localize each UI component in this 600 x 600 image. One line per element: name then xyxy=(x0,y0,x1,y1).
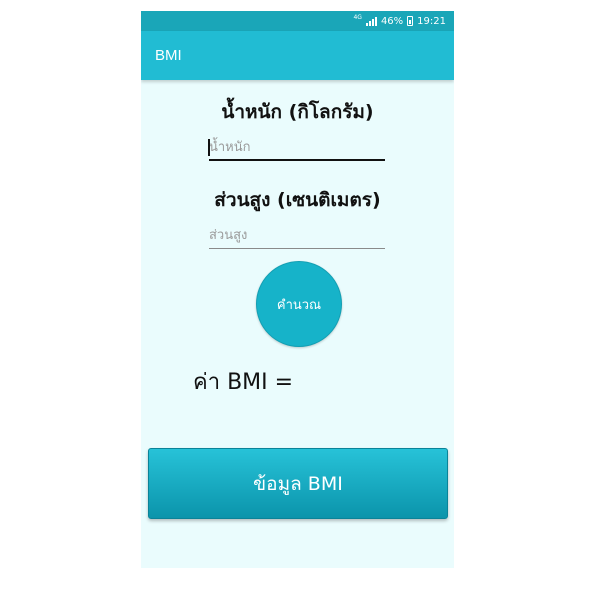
weight-field[interactable] xyxy=(208,135,385,161)
height-input[interactable] xyxy=(209,223,385,248)
weight-input[interactable] xyxy=(209,135,385,159)
text-cursor xyxy=(208,139,210,156)
height-label: ส่วนสูง (เซนติเมตร) xyxy=(214,189,381,211)
height-field[interactable] xyxy=(209,223,385,249)
bmi-info-button[interactable]: ข้อมูล BMI xyxy=(148,448,448,519)
battery-icon xyxy=(407,16,414,26)
calculate-button-label: คำนวณ xyxy=(276,297,322,313)
status-bar: 4G 46% 19:21 xyxy=(141,11,454,31)
network-type: 4G xyxy=(353,14,362,21)
app-bar: BMI xyxy=(141,31,454,80)
bmi-result-label: ค่า BMI = xyxy=(193,370,294,395)
signal-icon xyxy=(365,16,377,26)
app-title: BMI xyxy=(155,47,182,64)
calculate-button[interactable]: คำนวณ xyxy=(256,261,342,347)
clock: 19:21 xyxy=(417,15,446,27)
battery-percent: 46% xyxy=(380,15,404,27)
weight-label: น้ำหนัก (กิโลกรัม) xyxy=(221,101,374,123)
bmi-info-button-label: ข้อมูล BMI xyxy=(253,472,343,495)
phone-screen: 4G 46% 19:21 BMI น้ำหนัก (กิโลกรัม) ส่วน… xyxy=(141,11,454,568)
